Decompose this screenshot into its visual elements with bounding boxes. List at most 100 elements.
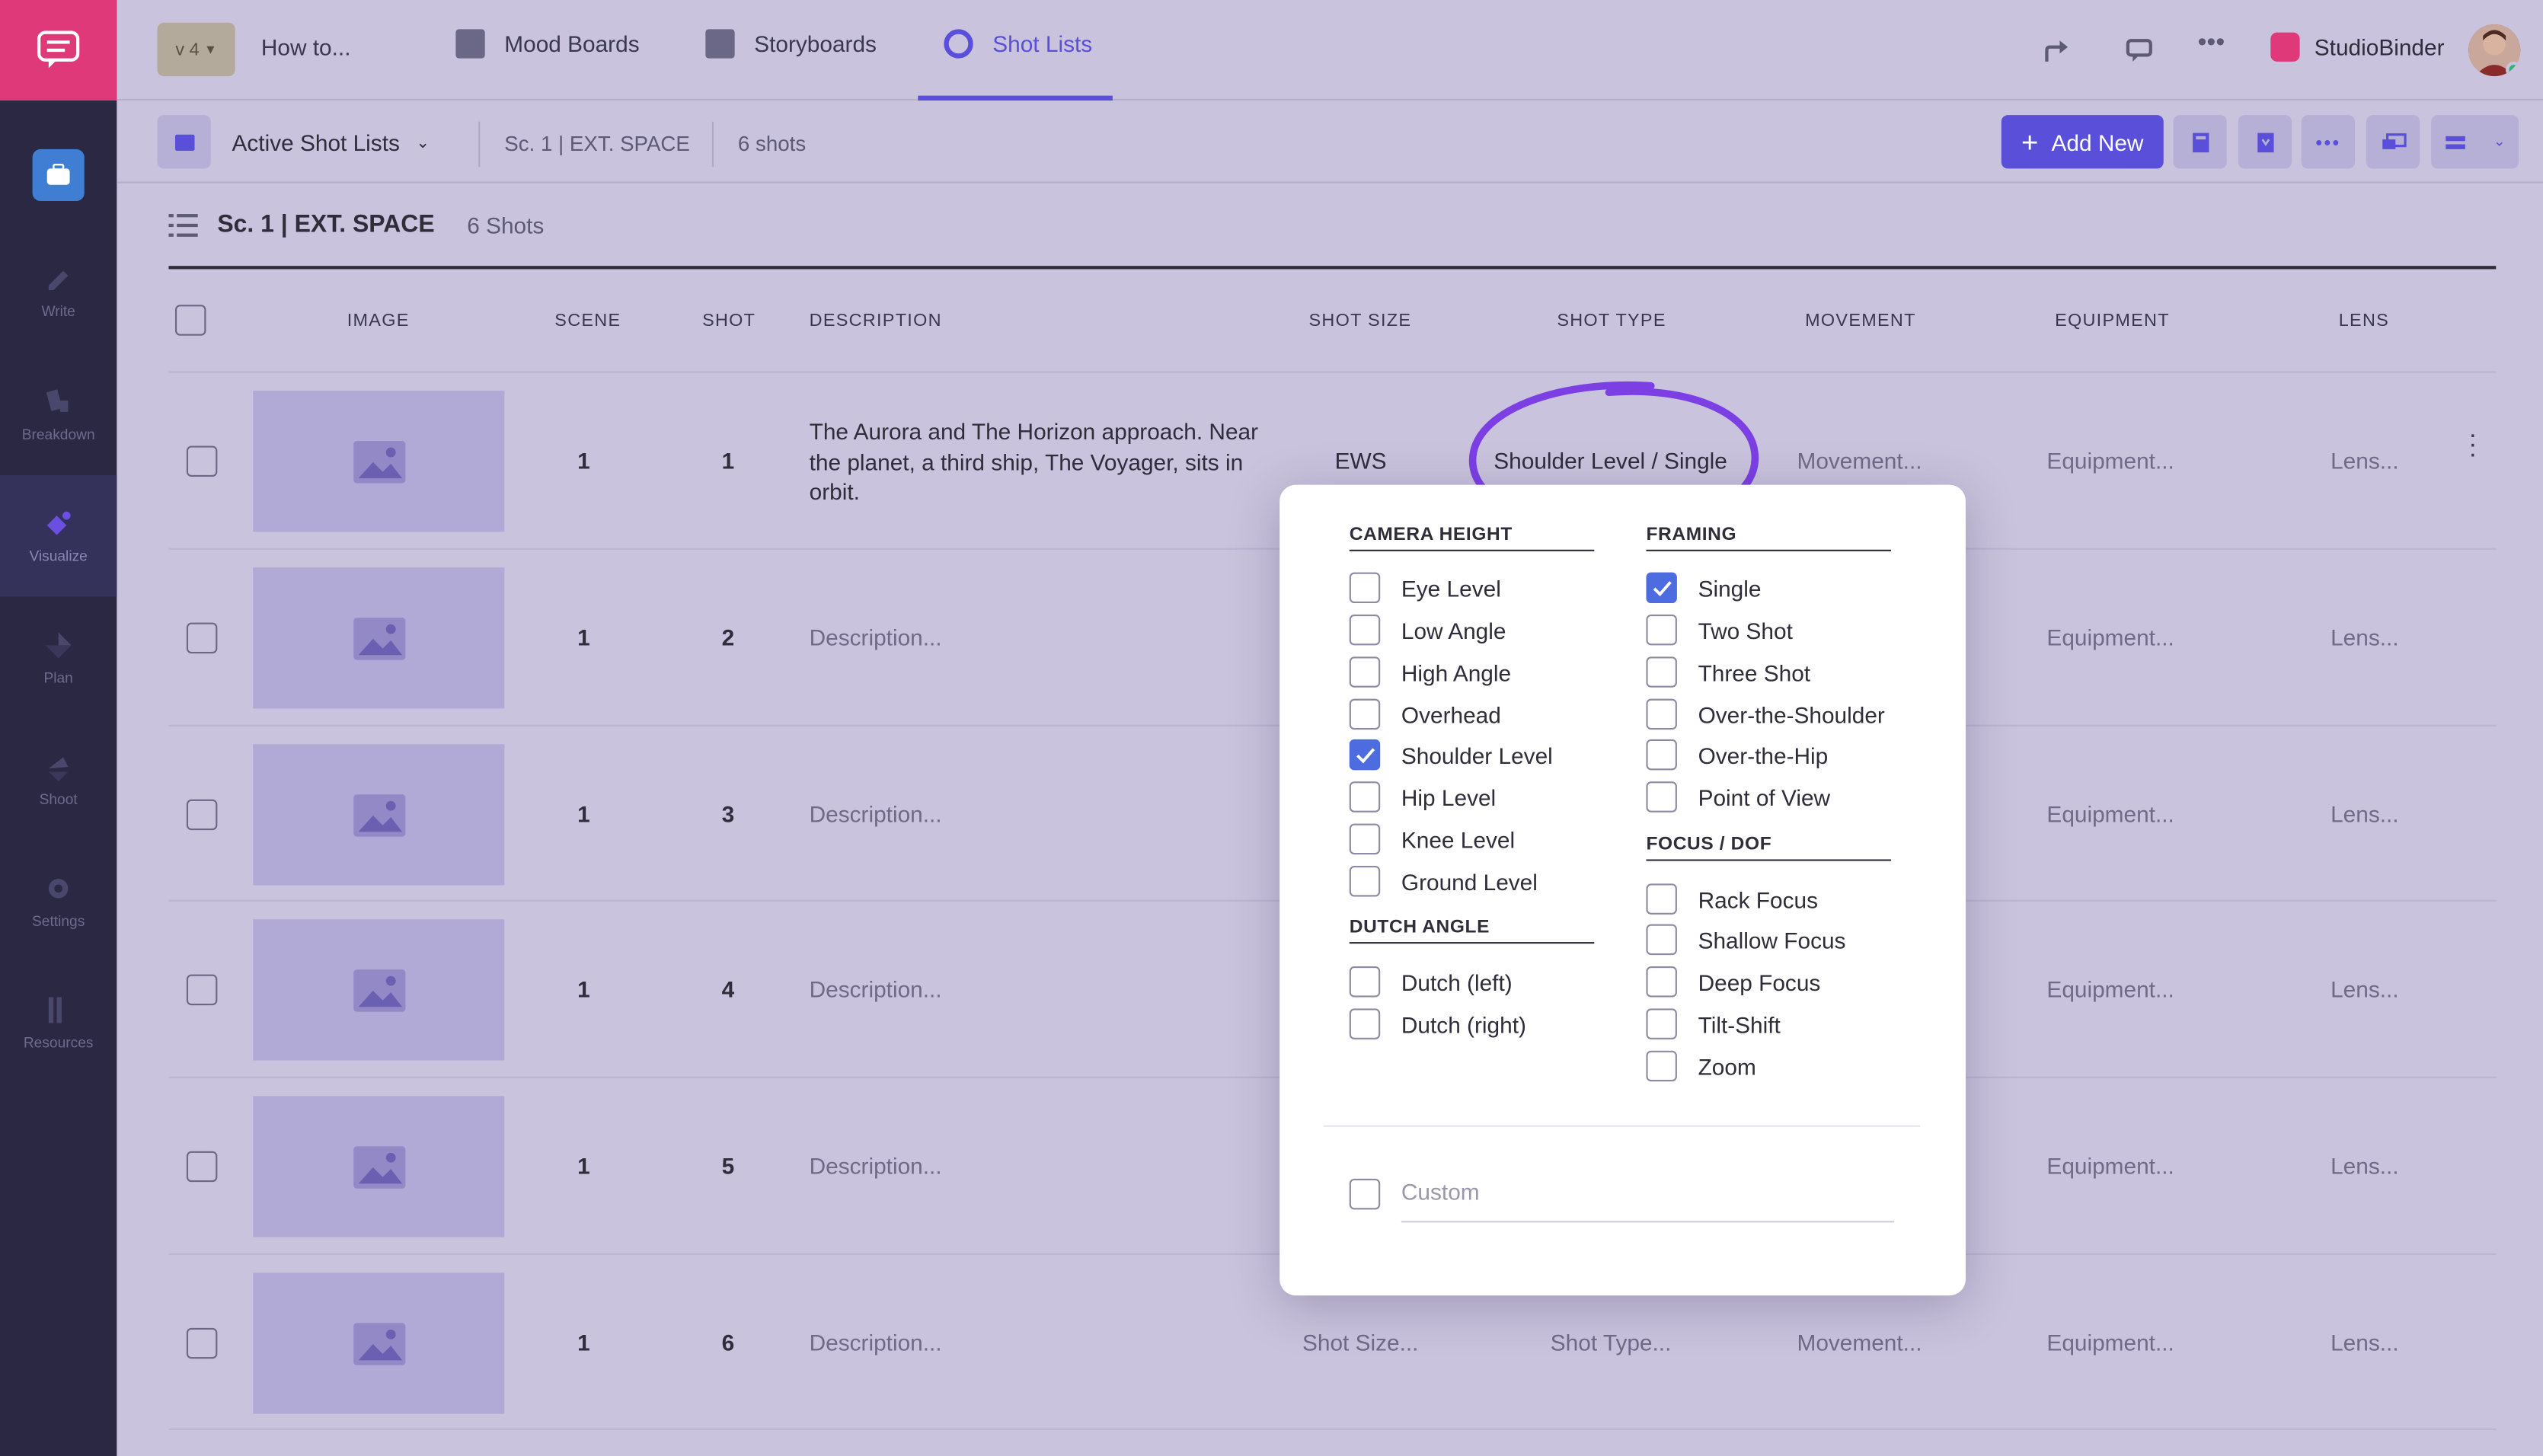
option-eye-level[interactable]: Eye Level <box>1349 572 1501 604</box>
equipment-cell[interactable]: Equipment... <box>2046 448 2174 474</box>
option-checkbox[interactable] <box>1646 966 1677 998</box>
avatar[interactable] <box>2468 24 2521 77</box>
option-checkbox[interactable] <box>1349 572 1381 604</box>
option-two-shot[interactable]: Two Shot <box>1646 614 1793 646</box>
lens-cell[interactable]: Lens... <box>2331 801 2399 827</box>
sidebar-item-write[interactable]: Write <box>0 230 117 352</box>
column-header-image[interactable]: IMAGE <box>347 311 410 331</box>
column-header-shot-size[interactable]: SHOT SIZE <box>1309 311 1412 331</box>
lens-cell[interactable]: Lens... <box>2331 448 2399 474</box>
row-checkbox[interactable] <box>186 622 218 654</box>
shot-image-placeholder[interactable] <box>253 1096 505 1237</box>
option-checkbox[interactable] <box>1646 1050 1677 1082</box>
option-checkbox-checked[interactable] <box>1349 739 1381 771</box>
option-three-shot[interactable]: Three Shot <box>1646 656 1810 688</box>
layout-dropdown[interactable]: ⌄ <box>2431 115 2519 169</box>
option-ground-level[interactable]: Ground Level <box>1349 865 1538 897</box>
lens-cell[interactable]: Lens... <box>2331 976 2399 1002</box>
shot-type-cell[interactable]: Shot Type... <box>1551 1330 1672 1355</box>
option-checkbox[interactable] <box>1646 614 1677 646</box>
row-checkbox[interactable] <box>186 1151 218 1183</box>
option-dutch-right[interactable]: Dutch (right) <box>1349 1008 1526 1039</box>
option-deep-focus[interactable]: Deep Focus <box>1646 966 1820 998</box>
description-cell[interactable]: Description... <box>810 976 942 1002</box>
option-checkbox[interactable] <box>1349 966 1381 998</box>
row-checkbox[interactable] <box>186 799 218 831</box>
equipment-cell[interactable]: Equipment... <box>2046 1330 2174 1355</box>
sidebar-item-resources[interactable]: Resources <box>0 962 117 1084</box>
project-name[interactable]: How to... <box>261 34 351 60</box>
option-checkbox-checked[interactable] <box>1646 572 1677 604</box>
option-checkbox[interactable] <box>1646 924 1677 956</box>
shot-size-cell[interactable]: EWS <box>1335 448 1387 474</box>
option-high-angle[interactable]: High Angle <box>1349 656 1511 688</box>
shot-image-placeholder[interactable] <box>253 919 505 1061</box>
workspace-switcher[interactable]: StudioBinder <box>2270 32 2445 62</box>
tab-shot-lists[interactable]: Shot Lists <box>944 29 1092 59</box>
movement-cell[interactable]: Movement... <box>1797 1330 1922 1355</box>
option-checkbox[interactable] <box>1349 865 1381 897</box>
option-rack-focus[interactable]: Rack Focus <box>1646 883 1818 915</box>
option-dutch-left[interactable]: Dutch (left) <box>1349 966 1513 998</box>
option-point-of-view[interactable]: Point of View <box>1646 781 1830 813</box>
sidebar-toggle-button[interactable] <box>157 115 211 169</box>
option-checkbox[interactable] <box>1349 781 1381 813</box>
description-cell[interactable]: Description... <box>810 624 942 650</box>
shot-image-placeholder[interactable] <box>253 391 505 532</box>
row-checkbox[interactable] <box>186 1327 218 1359</box>
option-low-angle[interactable]: Low Angle <box>1349 614 1506 646</box>
custom-checkbox[interactable] <box>1349 1178 1381 1210</box>
column-header-lens[interactable]: LENS <box>2339 311 2389 331</box>
column-header-equipment[interactable]: EQUIPMENT <box>2055 311 2170 331</box>
shot-image-placeholder[interactable] <box>253 744 505 886</box>
option-zoom[interactable]: Zoom <box>1646 1050 1756 1082</box>
equipment-cell[interactable]: Equipment... <box>2046 1153 2174 1179</box>
description-cell[interactable]: Description... <box>810 1153 942 1179</box>
book-button[interactable] <box>2173 115 2227 169</box>
share-icon[interactable] <box>2043 36 2072 65</box>
option-tilt-shift[interactable]: Tilt-Shift <box>1646 1008 1781 1039</box>
column-header-shot-type[interactable]: SHOT TYPE <box>1557 311 1666 331</box>
option-checkbox[interactable] <box>1646 698 1677 730</box>
more-icon[interactable]: ••• <box>2197 29 2226 58</box>
option-hip-level[interactable]: Hip Level <box>1349 781 1496 813</box>
option-overhead[interactable]: Overhead <box>1349 698 1501 730</box>
option-checkbox[interactable] <box>1646 781 1677 813</box>
option-single[interactable]: Single <box>1646 572 1761 604</box>
select-all-checkbox[interactable] <box>174 305 206 336</box>
description-cell[interactable]: Description... <box>810 801 942 827</box>
column-header-movement[interactable]: MOVEMENT <box>1805 311 1916 331</box>
sidebar-item-breakdown[interactable]: Breakdown <box>0 353 117 475</box>
export-pdf-button[interactable] <box>2238 115 2292 169</box>
studiobinder-logo[interactable] <box>0 0 117 101</box>
lens-cell[interactable]: Lens... <box>2331 624 2399 650</box>
add-new-button[interactable]: + Add New <box>2001 115 2164 169</box>
column-header-shot[interactable]: SHOT <box>702 311 756 331</box>
option-checkbox[interactable] <box>1646 1008 1677 1039</box>
briefcase-button[interactable] <box>32 148 85 202</box>
option-checkbox[interactable] <box>1646 656 1677 688</box>
sidebar-item-plan[interactable]: Plan <box>0 597 117 719</box>
shot-image-placeholder[interactable] <box>253 1272 505 1414</box>
option-over-the-shoulder[interactable]: Over-the-Shoulder <box>1646 698 1885 730</box>
option-knee-level[interactable]: Knee Level <box>1349 823 1515 855</box>
version-dropdown[interactable]: v 4 ▼ <box>157 22 235 77</box>
active-shot-lists-dropdown[interactable]: Active Shot Lists ⌄ <box>232 129 430 155</box>
description-cell[interactable]: The Aurora and The Horizon approach. Nea… <box>810 417 1280 506</box>
option-checkbox[interactable] <box>1349 698 1381 730</box>
option-checkbox[interactable] <box>1349 614 1381 646</box>
option-shoulder-level[interactable]: Shoulder Level <box>1349 739 1553 771</box>
option-checkbox[interactable] <box>1349 1008 1381 1039</box>
tab-storyboards[interactable]: Storyboards <box>705 29 877 59</box>
option-checkbox[interactable] <box>1646 883 1677 915</box>
equipment-cell[interactable]: Equipment... <box>2046 801 2174 827</box>
list-icon[interactable] <box>168 212 198 238</box>
description-cell[interactable]: Description... <box>810 1330 942 1355</box>
option-checkbox[interactable] <box>1349 823 1381 855</box>
row-menu-icon[interactable]: · · · <box>2468 423 2477 468</box>
present-button[interactable] <box>2366 115 2420 169</box>
more-options-button[interactable]: ••• <box>2301 115 2356 169</box>
column-header-scene[interactable]: SCENE <box>554 311 621 331</box>
custom-input[interactable]: Custom <box>1401 1179 1895 1223</box>
sidebar-item-settings[interactable]: Settings <box>0 840 117 962</box>
